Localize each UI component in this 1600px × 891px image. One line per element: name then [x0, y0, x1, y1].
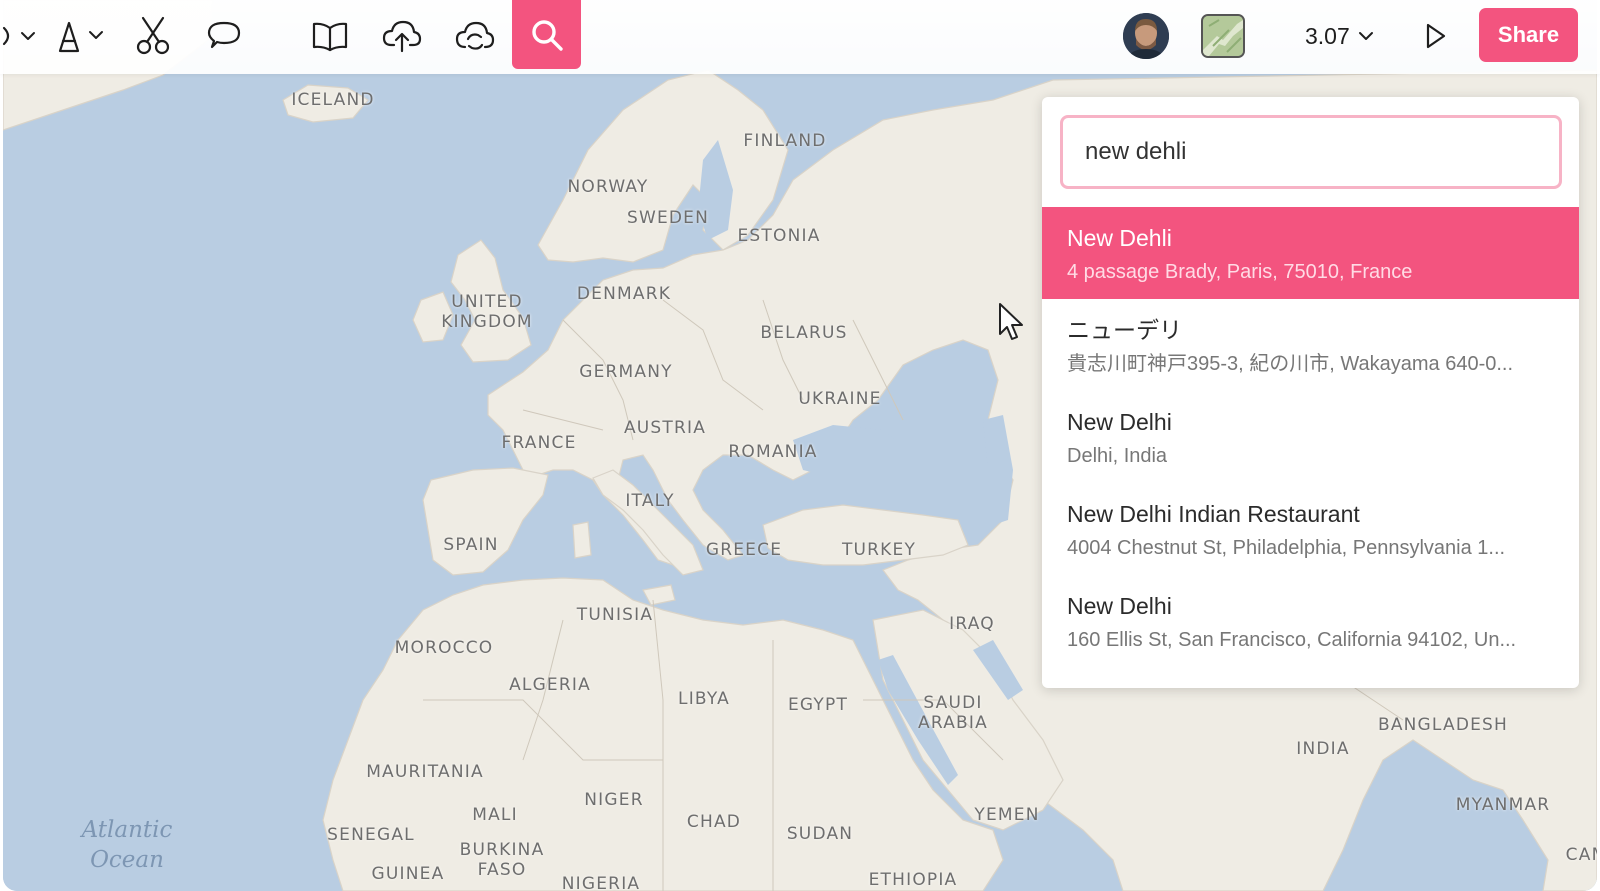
map-label-sudan: SUDAN: [786, 824, 854, 844]
map-label-atlantic-ocean: Atlantic Ocean: [81, 817, 173, 873]
map-label-sweden: SWEDEN: [626, 208, 710, 228]
map-label-mauritania: MAURITANIA: [366, 762, 484, 782]
map-label-denmark: DENMARK: [576, 284, 672, 304]
search-result-item[interactable]: New Delhi Delhi, India: [1042, 391, 1579, 483]
search-result-title: New Delhi: [1067, 593, 1172, 619]
place-search-input[interactable]: [1060, 115, 1562, 189]
map-label-germany: GERMANY: [579, 362, 673, 382]
search-result-address: Delhi, India: [1067, 445, 1168, 467]
search-results-list: New Dehli 4 passage Brady, Paris, 75010,…: [1042, 207, 1579, 667]
map-label-italy: ITALY: [625, 491, 675, 511]
map-label-tunisia: TUNISIA: [576, 605, 654, 625]
map-label-austria: AUSTRIA: [623, 418, 707, 438]
search-result-item[interactable]: New Delhi Indian Restaurant 4004 Chestnu…: [1042, 483, 1579, 575]
map-label-norway: NORWAY: [567, 177, 649, 197]
text-tool-icon[interactable]: [52, 14, 106, 58]
search-toggle-button[interactable]: [512, 0, 581, 69]
map-label-morocco: MOROCCO: [394, 638, 494, 658]
search-result-address: 160 Ellis St, San Francisco, California …: [1067, 629, 1517, 651]
map-label-france: FRANCE: [501, 433, 577, 453]
map-label-senegal: SENEGAL: [327, 825, 415, 845]
map-label-iraq: IRAQ: [949, 614, 995, 634]
map-style-thumbnail[interactable]: [1201, 14, 1245, 58]
map-label-nigeria: NIGERIA: [561, 874, 641, 891]
search-result-title: New Dehli: [1067, 225, 1172, 251]
pen-dropdown-icon[interactable]: [0, 14, 40, 58]
search-result-title: New Delhi: [1067, 409, 1172, 435]
map-label-algeria: ALGERIA: [509, 675, 591, 695]
map-label-burkina-faso: BURKINA FASO: [459, 840, 545, 880]
terrain-map-icon: [1203, 16, 1243, 56]
cloud-sync-icon[interactable]: [455, 14, 495, 58]
search-icon: [531, 19, 563, 51]
zoom-level-value: 3.07: [1305, 22, 1350, 49]
user-avatar[interactable]: [1123, 13, 1169, 59]
map-label-bangladesh: BANGLADESH: [1377, 715, 1509, 735]
map-label-estonia: ESTONIA: [737, 226, 821, 246]
map-label-iceland: ICELAND: [291, 90, 375, 110]
map-label-ethiopia: ETHIOPIA: [868, 870, 958, 890]
map-label-spain: SPAIN: [443, 535, 499, 555]
share-button[interactable]: Share: [1479, 8, 1578, 62]
map-label-yemen: YEMEN: [974, 805, 1040, 825]
search-result-address: 4 passage Brady, Paris, 75010, France: [1067, 261, 1413, 283]
map-label-cambodia: CAMB: [1565, 845, 1597, 865]
zoom-level-dropdown[interactable]: 3.07: [1305, 18, 1374, 54]
chevron-down-icon: [1358, 32, 1373, 40]
scissors-icon[interactable]: [133, 14, 173, 58]
map-label-finland: FINLAND: [743, 131, 827, 151]
mouse-pointer-icon: [999, 303, 1023, 340]
map-label-romania: ROMANIA: [728, 442, 818, 462]
play-icon: [1426, 23, 1446, 49]
place-search-panel: New Dehli 4 passage Brady, Paris, 75010,…: [1042, 97, 1579, 688]
person-avatar-icon: [1123, 13, 1169, 59]
map-label-india: INDIA: [1296, 739, 1350, 759]
map-label-saudi-arabia: SAUDI ARABIA: [918, 693, 988, 733]
search-result-item[interactable]: New Dehli 4 passage Brady, Paris, 75010,…: [1042, 207, 1579, 299]
map-label-turkey: TURKEY: [841, 540, 917, 560]
search-result-title: ニューデリ: [1067, 317, 1182, 343]
map-label-greece: GREECE: [705, 540, 783, 560]
map-label-myanmar: MYANMAR: [1455, 795, 1551, 815]
map-label-ukraine: UKRAINE: [798, 389, 882, 409]
search-result-address: 4004 Chestnut St, Philadelphia, Pennsylv…: [1067, 537, 1506, 559]
comment-icon[interactable]: [204, 14, 244, 58]
top-toolbar: 3.07 Share: [0, 0, 1600, 74]
book-icon[interactable]: [310, 14, 350, 58]
map-label-mali: MALI: [472, 805, 518, 825]
map-label-chad: CHAD: [686, 812, 742, 832]
map-label-belarus: BELARUS: [760, 323, 848, 343]
map-label-egypt: EGYPT: [787, 695, 849, 715]
search-result-address: 貴志川町神戸395-3, 紀の川市, Wakayama 640-0...: [1067, 353, 1514, 375]
upload-cloud-icon[interactable]: [382, 14, 422, 58]
map-label-libya: LIBYA: [678, 689, 730, 709]
search-result-item[interactable]: ニューデリ 貴志川町神戸395-3, 紀の川市, Wakayama 640-0.…: [1042, 299, 1579, 391]
play-button[interactable]: [1418, 18, 1454, 54]
search-result-title: New Delhi Indian Restaurant: [1067, 501, 1360, 527]
map-label-niger: NIGER: [584, 790, 644, 810]
map-label-united-kingdom: UNITED KINGDOM: [441, 292, 533, 332]
map-label-guinea: GUINEA: [371, 864, 445, 884]
search-result-item[interactable]: New Delhi 160 Ellis St, San Francisco, C…: [1042, 575, 1579, 667]
